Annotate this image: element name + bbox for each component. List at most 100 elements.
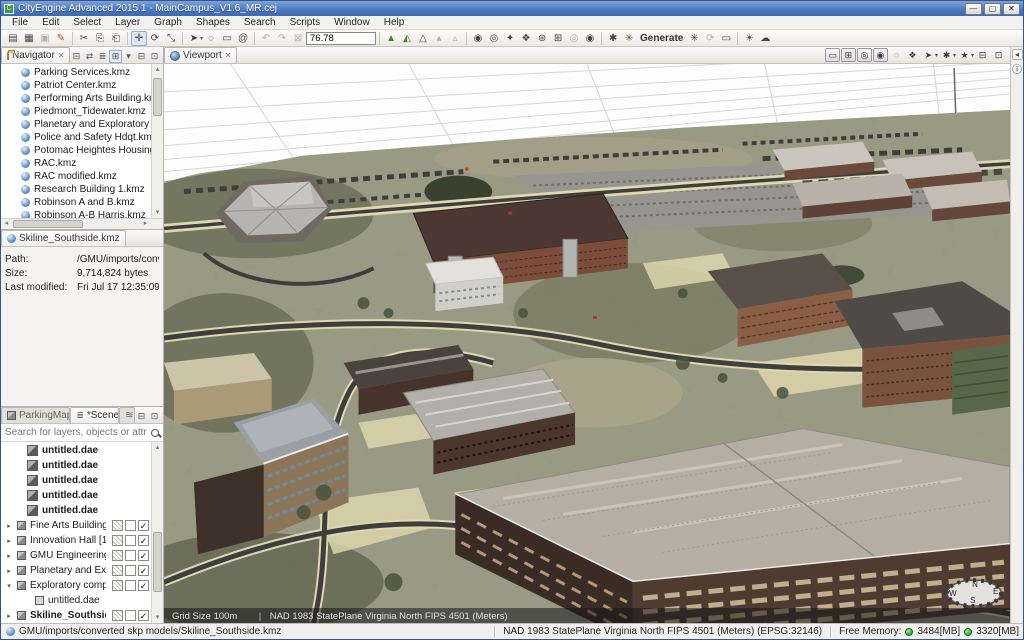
generate-models-icon[interactable]: ✳	[621, 31, 637, 46]
list-item[interactable]: Patriot Center.kmz	[21, 79, 151, 92]
redo-view-icon[interactable]: ↷	[274, 31, 290, 46]
maximize-pane-icon[interactable]: ⊡	[991, 48, 1006, 62]
navigator-vertical-scrollbar[interactable]: ▴ ▾	[151, 64, 163, 218]
layer-row[interactable]: ▸ Planetary and Exploratory Ha ✓	[5, 563, 149, 578]
view-menu-icon[interactable]: ▾	[122, 50, 135, 63]
save-icon[interactable]: ▣	[37, 31, 53, 46]
menu-item[interactable]: Layer	[108, 17, 147, 28]
rule-checkbox[interactable]	[112, 520, 123, 531]
viewmode-shaded-icon[interactable]: ⊞	[841, 48, 856, 62]
assign-rule-icon[interactable]: ✱	[605, 31, 621, 46]
select-checkbox[interactable]	[125, 610, 136, 621]
select-checkbox[interactable]	[125, 535, 136, 546]
marquee-select-icon[interactable]: ▭	[219, 31, 235, 46]
list-item[interactable]: RAC modified.kmz	[21, 170, 151, 183]
visibility-icon[interactable]: ◎	[486, 31, 502, 46]
rule-checkbox[interactable]	[112, 535, 123, 546]
view-settings-icon[interactable]: ◉	[470, 31, 486, 46]
list-item[interactable]: Potomac Heightes Housing Office	[21, 144, 151, 157]
layer-row[interactable]: ▸ GMU Engineering Building 20 ✓	[5, 548, 149, 563]
minimize-pane-icon[interactable]: ⊟	[135, 410, 148, 423]
tab-viewport[interactable]: Viewport ✕	[164, 47, 237, 63]
layer-row[interactable]: ▾ Exploratory complete [1 obje ✓	[5, 578, 149, 593]
frame-view-icon[interactable]: ❖	[905, 48, 920, 62]
collapse-icon[interactable]: ▾	[5, 582, 13, 590]
rule-checkbox[interactable]	[112, 580, 123, 591]
close-icon[interactable]: ✕	[58, 51, 65, 60]
expand-icon[interactable]: ▸	[5, 537, 13, 545]
edit-rule-icon[interactable]: ✎	[53, 31, 69, 46]
isolate-selection-icon[interactable]: ◌	[889, 48, 904, 62]
lock-icon[interactable]: ⊠	[290, 31, 306, 46]
cut-icon[interactable]: ✂	[76, 31, 92, 46]
select-checkbox[interactable]	[125, 520, 136, 531]
collapse-all-icon[interactable]: ⊟	[70, 50, 83, 63]
layer-row[interactable]: ▸ Fine Arts Building [1 object] ✓	[5, 518, 149, 533]
list-item[interactable]: RAC.kmz	[21, 157, 151, 170]
undo-view-icon[interactable]: ↶	[258, 31, 274, 46]
scale-tool-icon[interactable]: ⤡	[163, 31, 179, 46]
viewmode-textured-icon[interactable]: ◎	[857, 48, 872, 62]
paste-icon[interactable]: ⎗	[108, 31, 124, 46]
layer-row[interactable]: ▸ Innovation Hall [1 object] ✓	[5, 533, 149, 548]
tree-hierarchy-icon[interactable]: ⊞	[109, 50, 122, 63]
align-terrain-icon[interactable]: ▲	[383, 31, 399, 46]
link-editor-icon[interactable]: ⇄	[83, 50, 96, 63]
maximize-pane-icon[interactable]: ⊡	[148, 410, 161, 423]
bookmarks-star-icon[interactable]: ★	[957, 48, 972, 62]
restore-panel-icon[interactable]: ◂	[1012, 49, 1023, 60]
show-all-icon[interactable]: ◉	[582, 31, 598, 46]
expand-icon[interactable]: ▸	[5, 552, 13, 560]
menu-item[interactable]: Select	[66, 17, 108, 28]
scene-search-input[interactable]	[5, 427, 147, 438]
visible-checkbox[interactable]: ✓	[138, 550, 149, 561]
layer-visibility-icon[interactable]: ⊞	[550, 31, 566, 46]
maximize-pane-icon[interactable]: ⊡	[148, 50, 161, 63]
maximize-button[interactable]: ▢	[984, 3, 1001, 15]
list-item[interactable]: Piedmont_Tidewater.kmz	[21, 105, 151, 118]
expand-icon[interactable]: ▸	[5, 522, 13, 530]
layer-row[interactable]: ▸ Skiline_Southside [1 object. ✓	[5, 608, 149, 623]
chevron-down-icon[interactable]: ▾	[953, 52, 956, 59]
chevron-down-icon[interactable]: ▾	[971, 52, 974, 59]
regenerate-icon[interactable]: ✳	[686, 31, 702, 46]
tab-navigator[interactable]: Navigator ✕	[1, 47, 70, 63]
tab-file-info[interactable]: Skiline_Southside.kmz	[1, 230, 126, 246]
expand-icon[interactable]: ▸	[5, 567, 13, 575]
visible-checkbox[interactable]: ✓	[138, 580, 149, 591]
scene-vertical-scrollbar[interactable]: ▴ ▾	[151, 442, 163, 623]
isolate-icon[interactable]: ✦	[502, 31, 518, 46]
menu-item[interactable]: Window	[327, 17, 377, 28]
move-tool-icon[interactable]: ✛	[131, 31, 147, 46]
list-item[interactable]: Planetary and Exploratory Halls ST]	[21, 118, 151, 131]
viewport-canvas[interactable]: W N E S Grid Size 100m | NAD 1983 StateP…	[164, 64, 1010, 623]
menu-item[interactable]: Search	[237, 17, 283, 28]
rule-checkbox[interactable]	[112, 565, 123, 576]
visible-checkbox[interactable]: ✓	[138, 535, 149, 546]
view-settings-gear-icon[interactable]: ✱	[939, 48, 954, 62]
list-item[interactable]: Performing Arts Building.kmz	[21, 92, 151, 105]
menu-item[interactable]: Scripts	[283, 17, 328, 28]
list-item[interactable]: untitled.dae	[5, 488, 149, 503]
flag-view-icon[interactable]: ➤	[921, 48, 936, 62]
frame-selection-icon[interactable]: ❖	[518, 31, 534, 46]
visible-checkbox[interactable]: ✓	[138, 565, 149, 576]
view-mode-icon[interactable]: ⊛	[534, 31, 550, 46]
info-icon[interactable]: ⓘ	[1012, 63, 1023, 74]
layer-child-row[interactable]: untitled.dae	[5, 593, 149, 608]
list-item[interactable]: untitled.dae	[5, 503, 149, 518]
minimize-button[interactable]: —	[965, 3, 982, 15]
rule-checkbox[interactable]	[112, 610, 123, 621]
environment-cloud-icon[interactable]: ☁	[757, 31, 773, 46]
visible-checkbox[interactable]: ✓	[138, 610, 149, 621]
menu-item[interactable]: Edit	[35, 17, 66, 28]
menu-item[interactable]: Shapes	[189, 17, 237, 28]
list-item[interactable]: Police and Safety Hdqt.kmz	[21, 131, 151, 144]
select-same-icon[interactable]: @	[235, 31, 251, 46]
tab-scene[interactable]: ≣ *Scene ✕	[70, 407, 119, 423]
search-icon[interactable]	[151, 429, 159, 437]
list-item[interactable]: untitled.dae	[5, 443, 149, 458]
open-icon[interactable]: ▦	[21, 31, 37, 46]
lasso-select-icon[interactable]: ◌	[203, 31, 219, 46]
menu-item[interactable]: Graph	[147, 17, 189, 28]
